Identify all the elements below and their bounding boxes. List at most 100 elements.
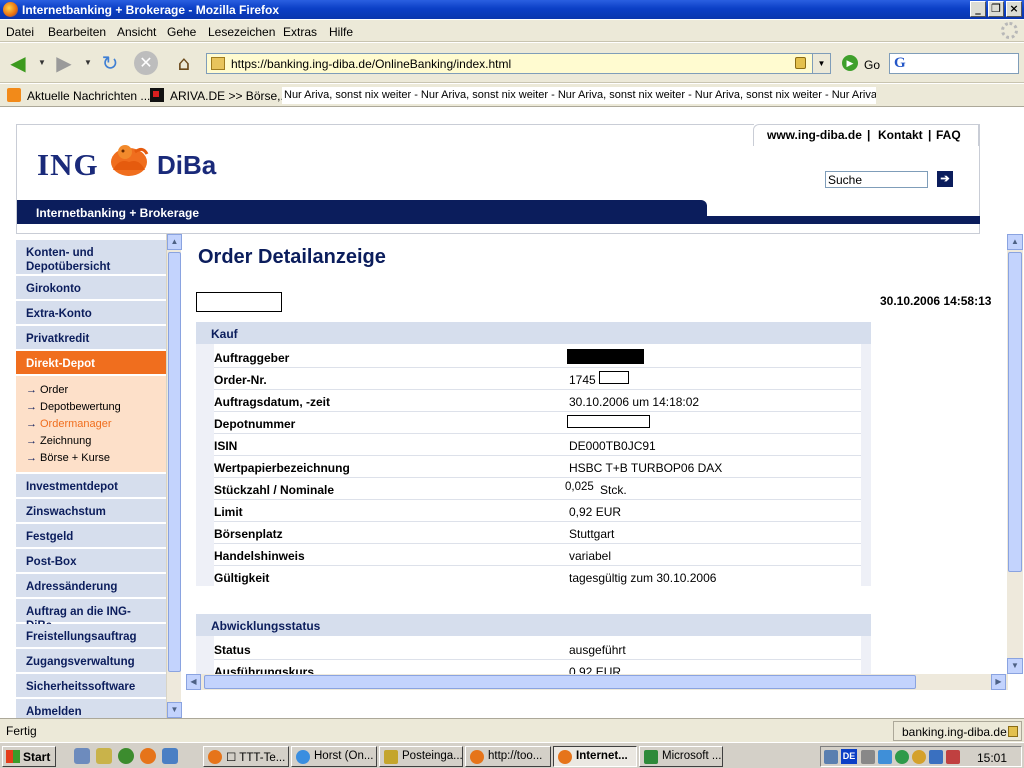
nav-adressaenderung[interactable]: Adressänderung xyxy=(16,574,166,599)
subnav-depotbewertung[interactable]: → Depotbewertung xyxy=(16,399,166,416)
logo-ing-text[interactable]: ING xyxy=(37,147,99,183)
maximize-button[interactable]: ❐ xyxy=(988,1,1004,17)
nav-kontenuebersicht[interactable]: Konten- und Depotübersicht xyxy=(16,240,166,276)
scroll-down-icon[interactable]: ▼ xyxy=(167,702,182,718)
url-bar[interactable]: https://banking.ing-diba.de/OnlineBankin… xyxy=(206,53,831,74)
home-icon[interactable]: ⌂ xyxy=(172,51,196,75)
site-search-input[interactable] xyxy=(825,171,928,188)
status-text: Fertig xyxy=(6,724,37,738)
tray-update-icon[interactable] xyxy=(912,750,926,764)
navigation-toolbar: ◀ ▼ ▶ ▼ ↻ ✕ ⌂ https://banking.ing-diba.d… xyxy=(0,43,1024,83)
firefox-icon xyxy=(470,750,484,764)
taskbar-item-http[interactable]: http://too... xyxy=(465,746,551,767)
taskbar-clock: 15:01 xyxy=(976,751,1007,765)
menu-bearbeiten[interactable]: Bearbeiten xyxy=(48,25,106,39)
tray-messenger-icon[interactable] xyxy=(929,750,943,764)
go-button[interactable]: Go xyxy=(864,58,880,72)
nav-scrollbar[interactable]: ▲ ▼ xyxy=(166,234,182,718)
back-arrow-icon[interactable]: ◀ xyxy=(6,51,30,75)
quicklaunch-mail-icon[interactable] xyxy=(162,748,178,764)
scroll-right-icon[interactable]: ▶ xyxy=(991,674,1006,690)
forward-history-dropdown-icon[interactable]: ▼ xyxy=(84,58,92,67)
padlock-icon[interactable] xyxy=(1008,726,1018,737)
scroll-left-icon[interactable]: ◀ xyxy=(186,674,201,690)
arrow-right-icon: → xyxy=(26,384,37,396)
nav-freistellungsauftrag[interactable]: Freistellungsauftrag xyxy=(16,624,166,649)
nav-festgeld[interactable]: Festgeld xyxy=(16,524,166,549)
nav-auftrag[interactable]: Auftrag an die ING-DiBa xyxy=(16,599,166,632)
lion-logo-icon[interactable] xyxy=(105,140,153,180)
close-button[interactable]: × xyxy=(1006,1,1022,17)
subnav-zeichnung[interactable]: → Zeichnung xyxy=(16,433,166,450)
subnav-boerse-kurse[interactable]: → Börse + Kurse xyxy=(16,450,166,467)
quicklaunch-app-icon[interactable] xyxy=(96,748,112,764)
web-search-input[interactable]: G xyxy=(889,53,1019,74)
panel-title-abwicklungsstatus: Abwicklungsstatus xyxy=(196,614,871,636)
nav-privatkredit[interactable]: Privatkredit xyxy=(16,326,166,351)
bookmark-aktuelle-nachrichten[interactable]: Aktuelle Nachrichten ... xyxy=(27,89,150,103)
reload-icon[interactable]: ↻ xyxy=(98,51,122,75)
forward-arrow-icon[interactable]: ▶ xyxy=(52,51,76,75)
minimize-button[interactable]: _ xyxy=(970,1,986,17)
nav-post-box[interactable]: Post-Box xyxy=(16,549,166,574)
tray-java-icon[interactable] xyxy=(946,750,960,764)
quicklaunch-firefox-icon[interactable] xyxy=(140,748,156,764)
main-vertical-scrollbar[interactable]: ▲ ▼ xyxy=(1007,234,1023,674)
news-ticker[interactable]: Nur Ariva, sonst nix weiter - Nur Ariva,… xyxy=(282,87,876,104)
back-history-dropdown-icon[interactable]: ▼ xyxy=(38,58,46,67)
table-row: Ausführungskurs 0,92 EUR xyxy=(214,660,861,674)
taskbar-item-microsoft[interactable]: Microsoft ... xyxy=(639,746,723,767)
nav-direkt-depot[interactable]: Direkt-Depot xyxy=(16,351,166,376)
main-hscroll-thumb[interactable] xyxy=(204,675,916,689)
quicklaunch-media-icon[interactable] xyxy=(118,748,134,764)
nav-abmelden[interactable]: Abmelden xyxy=(16,699,166,718)
taskbar-item-horst[interactable]: Horst (On... xyxy=(291,746,377,767)
nav-scroll-thumb[interactable] xyxy=(168,252,181,672)
scroll-down-icon[interactable]: ▼ xyxy=(1007,658,1023,674)
menu-extras[interactable]: Extras xyxy=(283,25,317,39)
status-table: Status ausgeführt Ausführungskurs 0,92 EUR xyxy=(214,636,861,674)
url-dropdown-icon[interactable]: ▼ xyxy=(812,54,830,73)
window-title-bar[interactable]: Internetbanking + Brokerage - Mozilla Fi… xyxy=(0,0,1024,19)
url-text[interactable]: https://banking.ing-diba.de/OnlineBankin… xyxy=(231,57,511,71)
main-horizontal-scrollbar[interactable]: ◀ ▶ xyxy=(186,674,1008,690)
go-arrow-icon[interactable]: ▶ xyxy=(842,55,858,71)
nav-zugangsverwaltung[interactable]: Zugangsverwaltung xyxy=(16,649,166,674)
nav-zinswachstum[interactable]: Zinswachstum xyxy=(16,499,166,524)
table-row: Order-Nr. 1745 xyxy=(214,368,861,390)
taskbar-item-ttt[interactable]: ☐ TTT-Te... xyxy=(203,746,289,767)
taskbar-item-internetbanking[interactable]: Internet... xyxy=(553,746,637,767)
start-button[interactable]: Start xyxy=(2,746,56,767)
menu-ansicht[interactable]: Ansicht xyxy=(117,25,156,39)
tray-antivirus-icon[interactable] xyxy=(895,750,909,764)
system-tray: DE 15:01 xyxy=(820,746,1022,767)
subnav-ordermanager[interactable]: → Ordermanager xyxy=(16,416,166,433)
main-scroll-thumb[interactable] xyxy=(1008,252,1022,572)
table-row: Wertpapierbezeichnung HSBC T+B TURBOP06 D… xyxy=(214,456,861,478)
nav-girokonto[interactable]: Girokonto xyxy=(16,276,166,301)
scroll-up-icon[interactable]: ▲ xyxy=(1007,234,1023,250)
google-search-icon[interactable]: G xyxy=(894,55,906,72)
scroll-up-icon[interactable]: ▲ xyxy=(167,234,182,250)
tray-keyboard-icon[interactable] xyxy=(824,750,838,764)
search-submit-icon[interactable]: ➔ xyxy=(937,171,953,187)
tray-tool-icon[interactable] xyxy=(861,750,875,764)
subnav-order[interactable]: → Order xyxy=(16,382,166,399)
bookmark-ariva[interactable]: ARIVA.DE >> Börse,... xyxy=(170,89,291,103)
menu-hilfe[interactable]: Hilfe xyxy=(329,25,353,39)
nav-investmentdepot[interactable]: Investmentdepot xyxy=(16,474,166,499)
firefox-icon xyxy=(208,750,222,764)
language-indicator[interactable]: DE xyxy=(841,749,857,764)
tray-network-icon[interactable] xyxy=(878,750,892,764)
taskbar-item-posteingang[interactable]: Posteinga... xyxy=(379,746,463,767)
logo-diba-text[interactable]: DiBa xyxy=(157,150,216,181)
padlock-icon[interactable] xyxy=(795,57,806,69)
menu-datei[interactable]: Datei xyxy=(6,25,34,39)
menu-gehe[interactable]: Gehe xyxy=(167,25,196,39)
quicklaunch-desktop-icon[interactable] xyxy=(74,748,90,764)
nav-extra-konto[interactable]: Extra-Konto xyxy=(16,301,166,326)
nav-sicherheitssoftware[interactable]: Sicherheitssoftware xyxy=(16,674,166,699)
stop-icon[interactable]: ✕ xyxy=(134,51,158,75)
firefox-icon xyxy=(558,750,572,764)
menu-lesezeichen[interactable]: Lesezeichen xyxy=(208,25,275,39)
